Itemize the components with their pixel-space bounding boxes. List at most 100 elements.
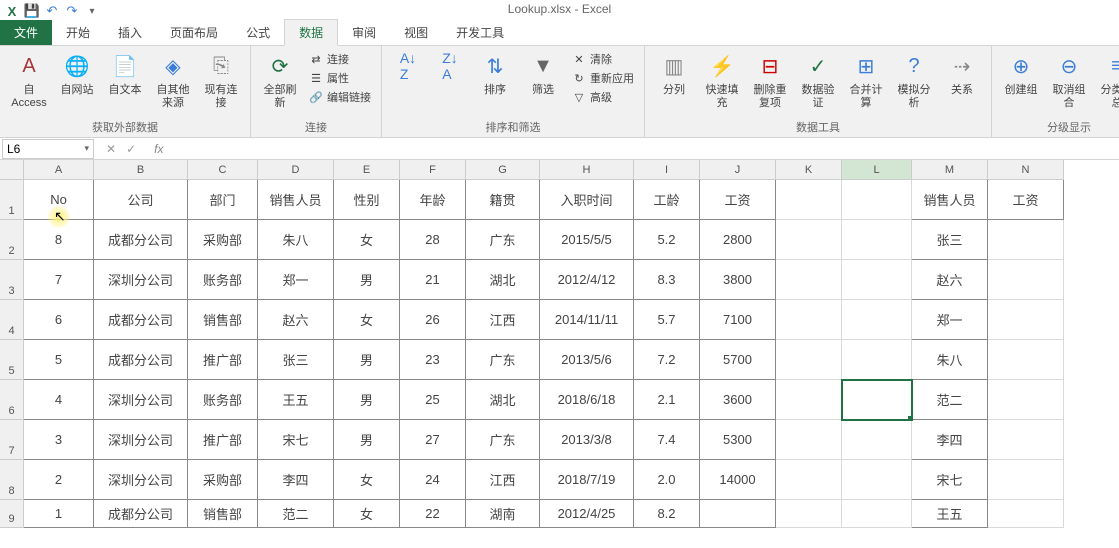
cell-B1[interactable]: 公司 xyxy=(94,180,188,220)
col-header-I[interactable]: I xyxy=(634,160,700,180)
from-text-button[interactable]: 📄自文本 xyxy=(102,48,148,99)
cell-E1[interactable]: 性别 xyxy=(334,180,400,220)
cell-D2[interactable]: 朱八 xyxy=(258,220,334,260)
cell-A6[interactable]: 4 xyxy=(24,380,94,420)
cell-I5[interactable]: 7.2 xyxy=(634,340,700,380)
cell-E8[interactable]: 女 xyxy=(334,460,400,500)
formula-input[interactable] xyxy=(169,139,1119,159)
cell-D4[interactable]: 赵六 xyxy=(258,300,334,340)
cell-L8[interactable] xyxy=(842,460,912,500)
cell-F2[interactable]: 28 xyxy=(400,220,466,260)
col-header-E[interactable]: E xyxy=(334,160,400,180)
tab-insert[interactable]: 插入 xyxy=(104,20,156,45)
row-header-1[interactable]: 1 xyxy=(0,180,24,220)
cell-M8[interactable]: 宋七 xyxy=(912,460,988,500)
cell-L1[interactable] xyxy=(842,180,912,220)
cell-I7[interactable]: 7.4 xyxy=(634,420,700,460)
consolidate-button[interactable]: ⊞合并计算 xyxy=(843,48,889,112)
clear-filter-button[interactable]: ✕清除 xyxy=(568,50,638,68)
cell-E9[interactable]: 女 xyxy=(334,500,400,528)
cell-G1[interactable]: 籍贯 xyxy=(466,180,540,220)
cell-A8[interactable]: 2 xyxy=(24,460,94,500)
cell-M4[interactable]: 郑一 xyxy=(912,300,988,340)
cell-N9[interactable] xyxy=(988,500,1064,528)
cell-A7[interactable]: 3 xyxy=(24,420,94,460)
cell-J5[interactable]: 5700 xyxy=(700,340,776,380)
texttocol-button[interactable]: ▥分列 xyxy=(651,48,697,99)
cell-I3[interactable]: 8.3 xyxy=(634,260,700,300)
cell-F9[interactable]: 22 xyxy=(400,500,466,528)
cell-I9[interactable]: 8.2 xyxy=(634,500,700,528)
whatif-button[interactable]: ?模拟分析 xyxy=(891,48,937,112)
cell-K2[interactable] xyxy=(776,220,842,260)
properties-button[interactable]: ☰属性 xyxy=(305,69,375,87)
col-header-N[interactable]: N xyxy=(988,160,1064,180)
col-header-D[interactable]: D xyxy=(258,160,334,180)
cell-F1[interactable]: 年龄 xyxy=(400,180,466,220)
cell-H8[interactable]: 2018/7/19 xyxy=(540,460,634,500)
tab-formula[interactable]: 公式 xyxy=(232,20,284,45)
col-header-F[interactable]: F xyxy=(400,160,466,180)
cell-K8[interactable] xyxy=(776,460,842,500)
from-other-button[interactable]: ◈自其他来源 xyxy=(150,48,196,112)
cell-I4[interactable]: 5.7 xyxy=(634,300,700,340)
cell-K4[interactable] xyxy=(776,300,842,340)
cell-F5[interactable]: 23 xyxy=(400,340,466,380)
tab-file[interactable]: 文件 xyxy=(0,20,52,45)
cell-L2[interactable] xyxy=(842,220,912,260)
cell-H3[interactable]: 2012/4/12 xyxy=(540,260,634,300)
cell-I1[interactable]: 工龄 xyxy=(634,180,700,220)
cell-M5[interactable]: 朱八 xyxy=(912,340,988,380)
select-all-corner[interactable] xyxy=(0,160,24,180)
sort-button[interactable]: ⇅排序 xyxy=(472,48,518,99)
cell-B5[interactable]: 成都分公司 xyxy=(94,340,188,380)
col-header-A[interactable]: A xyxy=(24,160,94,180)
cell-I8[interactable]: 2.0 xyxy=(634,460,700,500)
col-header-J[interactable]: J xyxy=(700,160,776,180)
col-header-H[interactable]: H xyxy=(540,160,634,180)
cell-M2[interactable]: 张三 xyxy=(912,220,988,260)
cell-M7[interactable]: 李四 xyxy=(912,420,988,460)
row-header-9[interactable]: 9 xyxy=(0,500,24,528)
editlinks-button[interactable]: 🔗编辑链接 xyxy=(305,88,375,106)
cell-F4[interactable]: 26 xyxy=(400,300,466,340)
cell-G3[interactable]: 湖北 xyxy=(466,260,540,300)
cancel-formula-icon[interactable]: ✕ xyxy=(106,142,116,156)
cell-J1[interactable]: 工资 xyxy=(700,180,776,220)
flashfill-button[interactable]: ⚡快速填充 xyxy=(699,48,745,112)
cell-M6[interactable]: 范二 xyxy=(912,380,988,420)
cell-H6[interactable]: 2018/6/18 xyxy=(540,380,634,420)
qat-dropdown-icon[interactable]: ▾ xyxy=(84,3,100,19)
relations-button[interactable]: ⇢关系 xyxy=(939,48,985,99)
cell-N6[interactable] xyxy=(988,380,1064,420)
cell-A5[interactable]: 5 xyxy=(24,340,94,380)
col-header-L[interactable]: L xyxy=(842,160,912,180)
cell-N3[interactable] xyxy=(988,260,1064,300)
cell-H2[interactable]: 2015/5/5 xyxy=(540,220,634,260)
cell-N4[interactable] xyxy=(988,300,1064,340)
cell-M3[interactable]: 赵六 xyxy=(912,260,988,300)
cell-M1[interactable]: 销售人员 xyxy=(912,180,988,220)
cell-K5[interactable] xyxy=(776,340,842,380)
cell-E5[interactable]: 男 xyxy=(334,340,400,380)
cell-L4[interactable] xyxy=(842,300,912,340)
tab-view[interactable]: 视图 xyxy=(390,20,442,45)
name-box[interactable]: ▾ xyxy=(2,139,94,159)
cell-N2[interactable] xyxy=(988,220,1064,260)
cell-E7[interactable]: 男 xyxy=(334,420,400,460)
cell-A2[interactable]: 8 xyxy=(24,220,94,260)
row-header-5[interactable]: 5 xyxy=(0,340,24,380)
cell-D7[interactable]: 宋七 xyxy=(258,420,334,460)
name-box-dropdown-icon[interactable]: ▾ xyxy=(84,143,89,154)
row-header-2[interactable]: 2 xyxy=(0,220,24,260)
cell-H9[interactable]: 2012/4/25 xyxy=(540,500,634,528)
sort-desc-button[interactable]: Z↓A xyxy=(430,48,470,84)
cell-A4[interactable]: 6 xyxy=(24,300,94,340)
cell-F7[interactable]: 27 xyxy=(400,420,466,460)
cell-D9[interactable]: 范二 xyxy=(258,500,334,528)
from-access-button[interactable]: A自 Access xyxy=(6,48,52,112)
cell-B2[interactable]: 成都分公司 xyxy=(94,220,188,260)
cell-H1[interactable]: 入职时间 xyxy=(540,180,634,220)
cell-D8[interactable]: 李四 xyxy=(258,460,334,500)
col-header-K[interactable]: K xyxy=(776,160,842,180)
